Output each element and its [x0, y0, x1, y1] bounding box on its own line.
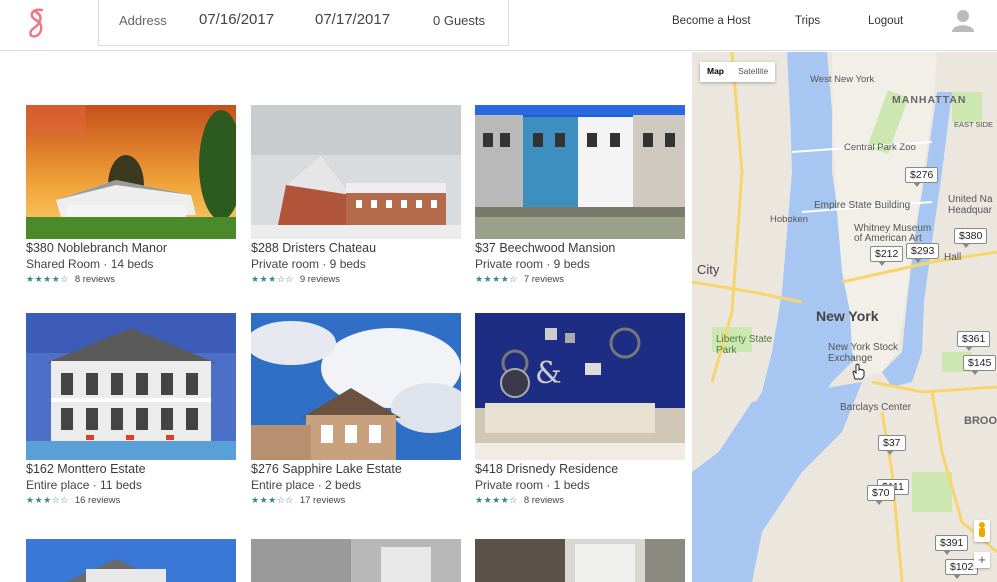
listing-card[interactable]: $288 Dristers Chateau Private room · 9 b… [251, 105, 461, 285]
map-view-button[interactable]: Map [700, 62, 731, 82]
listing-photo[interactable] [26, 105, 236, 239]
guests-selector[interactable]: 0 Guests [433, 13, 485, 28]
price-marker[interactable]: $380 [954, 228, 988, 248]
listing-title[interactable]: $418 Drisnedy Residence [475, 462, 685, 476]
listing-subtitle: Private room · 9 beds [251, 257, 366, 271]
street-view-pegman-icon[interactable] [974, 520, 990, 542]
listing-subtitle: Entire place · 11 beds [26, 478, 142, 492]
top-header: Address 07/16/2017 07/17/2017 0 Guests B… [0, 0, 997, 51]
listing-photo[interactable]: & [475, 313, 685, 460]
zoom-in-button[interactable]: + [974, 552, 990, 568]
review-count: 17 reviews [299, 495, 346, 506]
rating-stars-icon: ★★★☆☆ [251, 274, 294, 284]
map-type-toggle: Map Satellite [700, 62, 776, 82]
review-count: 8 reviews [74, 274, 115, 285]
price-marker[interactable]: $37 [878, 435, 906, 455]
trips-link[interactable]: Trips [795, 15, 820, 27]
listing-photo[interactable] [251, 105, 461, 239]
rating-stars-icon: ★★★☆☆ [26, 495, 69, 505]
logout-link[interactable]: Logout [868, 15, 903, 27]
listing-subtitle: Entire place · 2 beds [251, 478, 362, 492]
map-label: BROO [964, 415, 997, 427]
checkin-date[interactable]: 07/16/2017 [199, 11, 274, 28]
listing-subtitle: Shared Room · 14 beds [26, 257, 154, 271]
map-label: New York [816, 308, 879, 324]
price-marker[interactable]: $361 [957, 331, 991, 351]
listing-card[interactable]: $380 Noblebranch Manor Shared Room · 14 … [26, 105, 236, 285]
listing-rating: ★★★★☆ 8 reviews [26, 274, 236, 285]
address-input[interactable]: Address [119, 13, 167, 28]
listing-title[interactable]: $288 Dristers Chateau [251, 241, 461, 255]
listing-rating: ★★★★☆ 8 reviews [475, 495, 685, 506]
map-panel[interactable]: Map Satellite West New York MANHATTAN EA… [692, 52, 997, 582]
listing-photo[interactable] [26, 539, 236, 582]
user-avatar-icon[interactable] [952, 8, 974, 32]
listing-photo[interactable] [251, 539, 461, 582]
price-marker[interactable]: $391 [935, 535, 969, 555]
price-marker[interactable]: $212 [870, 246, 904, 266]
map-label: Liberty State Park [716, 334, 773, 356]
map-label: Hoboken [770, 214, 809, 225]
listing-card[interactable]: $37 Beechwood Mansion Private room · 9 b… [475, 105, 685, 285]
price-marker[interactable]: $145 [963, 355, 997, 375]
rating-stars-icon: ★★★☆☆ [251, 495, 294, 505]
listing-card[interactable]: $162 Monttero Estate Entire place · 11 b… [26, 313, 236, 506]
price-marker[interactable]: $70 [867, 485, 895, 505]
listing-photo[interactable] [26, 313, 236, 460]
map-label: Whitney Museum of American Art [854, 223, 932, 244]
listing-photo[interactable] [251, 313, 461, 460]
search-bar: Address 07/16/2017 07/17/2017 0 Guests [98, 0, 509, 46]
review-count: 16 reviews [74, 495, 121, 506]
map-label: City [697, 262, 720, 277]
review-count: 8 reviews [523, 495, 564, 506]
map-label: Barclays Center [840, 402, 912, 413]
listing-subtitle: Private room · 9 beds [475, 257, 590, 271]
listing-title[interactable]: $37 Beechwood Mansion [475, 241, 685, 255]
map-label: Hall [944, 252, 962, 263]
listing-title[interactable]: $380 Noblebranch Manor [26, 241, 236, 255]
rating-stars-icon: ★★★★☆ [475, 274, 518, 284]
listing-title[interactable]: $276 Sapphire Lake Estate [251, 462, 461, 476]
listing-title[interactable]: $162 Monttero Estate [26, 462, 236, 476]
listing-rating: ★★★☆☆ 9 reviews [251, 274, 461, 285]
rating-stars-icon: ★★★★☆ [26, 274, 69, 284]
listing-card[interactable]: $276 Sapphire Lake Estate Entire place ·… [251, 313, 461, 506]
listing-rating: ★★★☆☆ 16 reviews [26, 495, 236, 506]
review-count: 9 reviews [299, 274, 340, 285]
map-label: United Na Headquar [948, 194, 993, 216]
satellite-view-button[interactable]: Satellite [731, 62, 775, 82]
become-host-link[interactable]: Become a Host [672, 15, 751, 27]
logo-icon[interactable] [22, 6, 52, 42]
listing-subtitle: Private room · 1 beds [475, 478, 590, 492]
price-marker[interactable]: $293 [906, 243, 940, 263]
price-marker[interactable]: $276 [905, 167, 939, 187]
hand-cursor-icon [852, 363, 865, 380]
listing-card[interactable]: & $418 Drisnedy Residence Private room ·… [475, 313, 685, 506]
checkout-date[interactable]: 07/17/2017 [315, 11, 390, 28]
map-label: Empire State Building [814, 200, 911, 211]
listing-photo[interactable] [475, 539, 685, 582]
map-label: MANHATTAN [892, 94, 967, 106]
map-label: West New York [810, 74, 875, 85]
map-label: EAST SIDE [954, 120, 994, 129]
review-count: 7 reviews [523, 274, 564, 285]
listing-photo[interactable] [475, 105, 685, 239]
svg-text:&: & [535, 356, 562, 391]
listing-rating: ★★★☆☆ 17 reviews [251, 495, 461, 506]
map-label: Central Park Zoo [844, 142, 916, 153]
listing-rating: ★★★★☆ 7 reviews [475, 274, 685, 285]
map-label: New York Stock Exchange [828, 342, 899, 364]
rating-stars-icon: ★★★★☆ [475, 495, 518, 505]
